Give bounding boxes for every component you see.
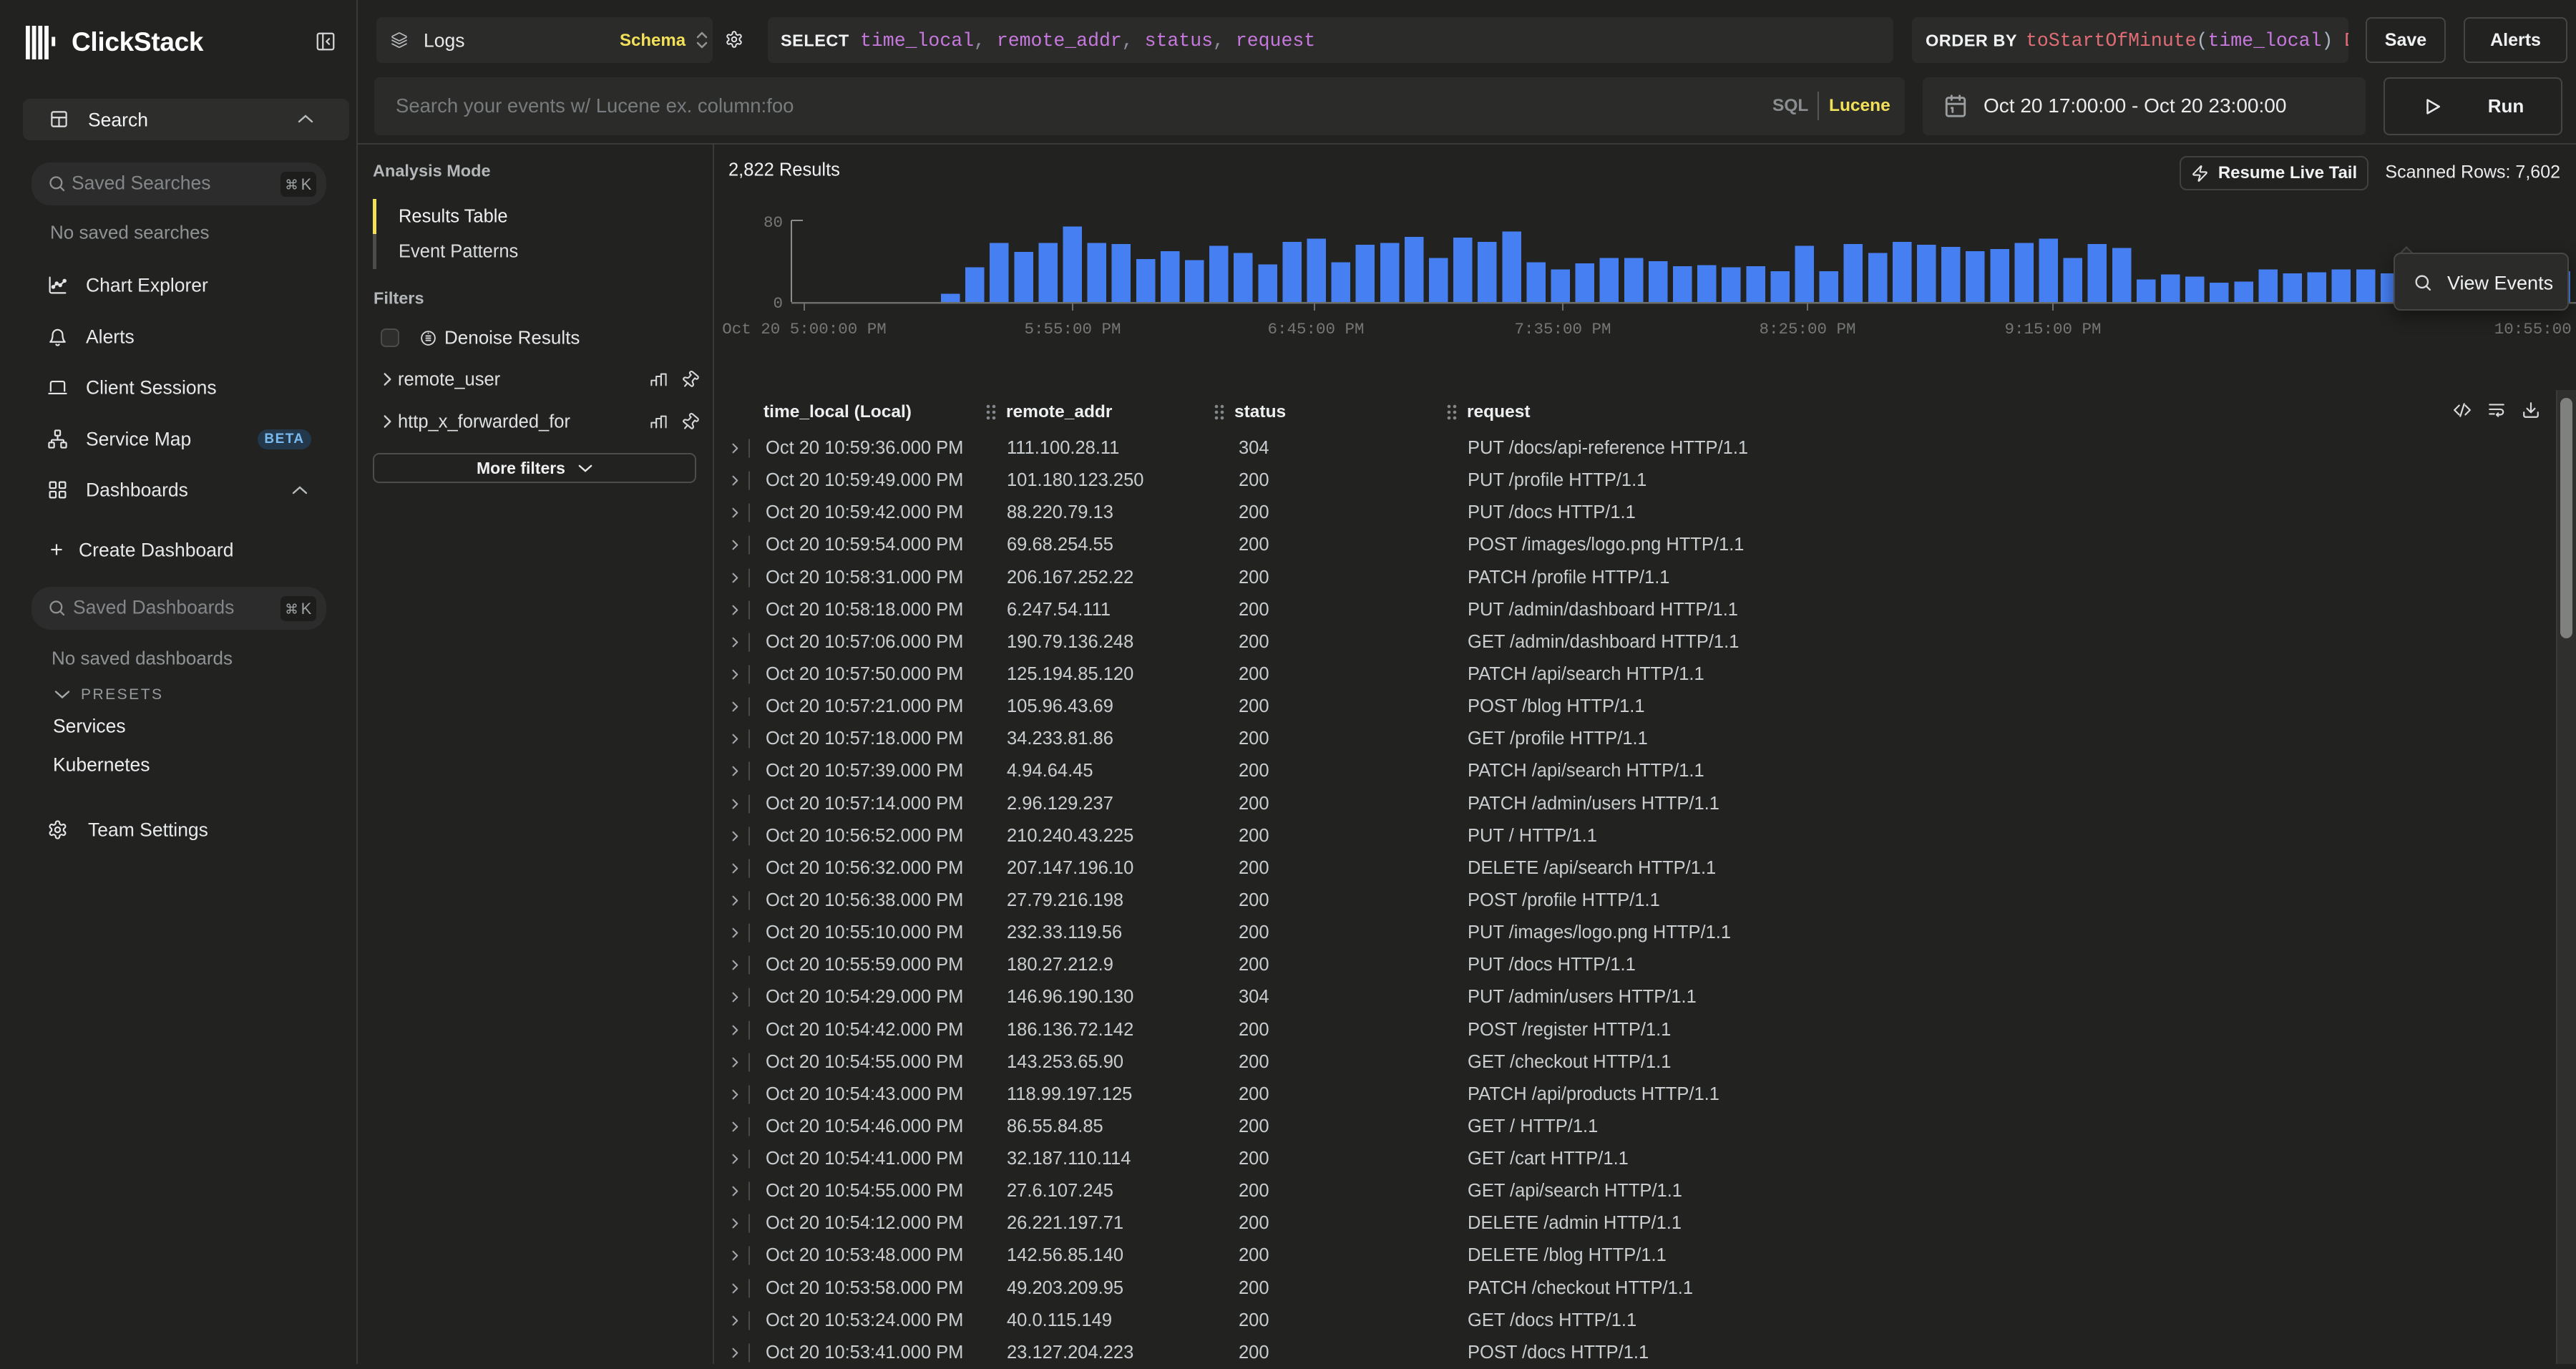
svg-text:6:45:00 PM: 6:45:00 PM bbox=[1267, 320, 1364, 338]
svg-text:10:55:00 PM: 10:55:00 PM bbox=[2494, 320, 2576, 338]
svg-text:9:15:00 PM: 9:15:00 PM bbox=[2004, 320, 2101, 338]
svg-text:7:35:00 PM: 7:35:00 PM bbox=[1514, 320, 1611, 338]
svg-text:0: 0 bbox=[773, 294, 783, 313]
svg-text:5:55:00 PM: 5:55:00 PM bbox=[1024, 320, 1121, 338]
svg-text:8:25:00 PM: 8:25:00 PM bbox=[1759, 320, 1855, 338]
svg-text:Oct 20 5:00:00 PM: Oct 20 5:00:00 PM bbox=[722, 320, 887, 338]
svg-text:80: 80 bbox=[763, 213, 783, 232]
